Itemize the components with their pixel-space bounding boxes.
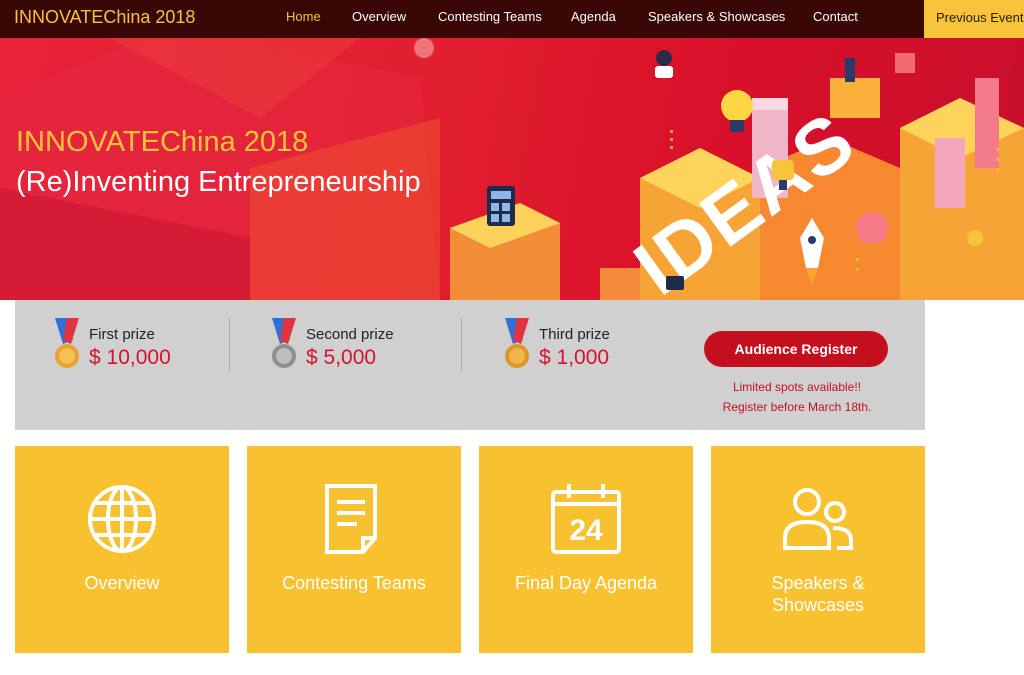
gold-medal-icon [55,318,79,368]
brand-logo[interactable]: INNOVATEChina 2018 [14,7,195,28]
hero-title: INNOVATEChina 2018 [16,126,309,158]
register-note-deadline: Register before March 18th. [722,400,872,414]
tile-label: Speakers & Showcases [711,572,925,616]
divider [229,318,230,372]
previous-events-button[interactable]: Previous Events [924,0,1024,38]
bronze-medal-icon [505,318,529,368]
silver-medal-icon [272,318,296,368]
divider [461,318,462,372]
tile-speakers-showcases[interactable]: Speakers & Showcases [711,446,925,653]
globe-icon [88,485,156,553]
tile-label-line2: Showcases [771,595,865,615]
nav-item-speakers-showcases[interactable]: Speakers & Showcases [648,9,785,24]
tile-contesting-teams[interactable]: Contesting Teams [247,446,461,653]
tile-label-line1: Speakers & [771,573,865,593]
audience-register-button[interactable]: Audience Register [704,331,888,367]
briefcase-icon [666,276,684,290]
tile-final-day-agenda[interactable]: 24 Final Day Agenda [479,446,693,653]
prize-label: Second prize [306,326,394,343]
calculator-icon [487,186,515,226]
hero-subtitle: (Re)Inventing Entrepreneurship [16,166,421,198]
document-icon [325,484,377,554]
tile-label: Final Day Agenda [514,573,658,593]
nav-item-contesting-teams[interactable]: Contesting Teams [438,9,542,24]
prize-amount: $ 10,000 [89,346,171,369]
prize-amount: $ 1,000 [539,346,610,369]
calendar-day-number: 24 [569,514,603,547]
nav-item-overview[interactable]: Overview [352,9,406,24]
top-navbar: INNOVATEChina 2018 Home Overview Contest… [0,0,1024,38]
tile-overview[interactable]: Overview [15,446,229,653]
nav-item-home[interactable]: Home [286,9,321,24]
tile-label: Contesting Teams [282,573,426,593]
nav-item-agenda[interactable]: Agenda [571,9,616,24]
prize-label: Third prize [539,326,610,343]
people-icon [783,488,853,550]
prize-label: First prize [89,326,155,343]
tile-label: Overview [84,573,160,593]
hero-banner: IDEAS INNOVATEChina 2018 (Re)Inventing E… [0,38,1024,300]
calendar-icon: 24 [551,484,621,554]
prize-amount: $ 5,000 [306,346,377,369]
person-icon [655,50,673,78]
nav-item-contact[interactable]: Contact [813,9,858,24]
register-note-limited: Limited spots available!! [732,380,862,394]
lightbulb-icon [721,90,753,132]
prize-section: First prize $ 10,000 Second prize $ 5,00… [15,300,925,430]
